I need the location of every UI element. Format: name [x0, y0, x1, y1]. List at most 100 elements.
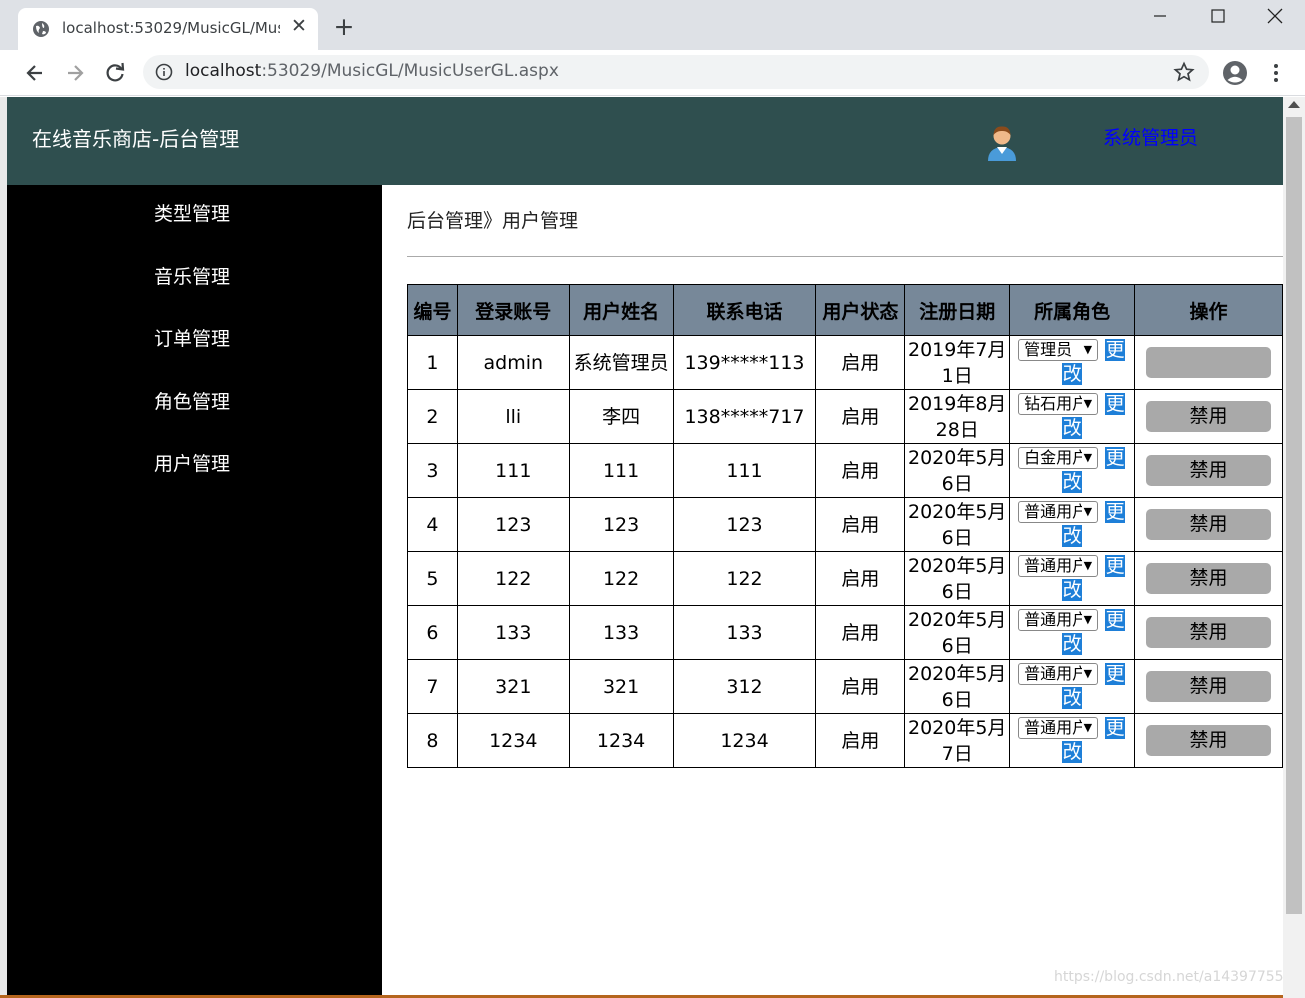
profile-icon[interactable]	[1222, 60, 1248, 86]
col-header-action: 操作	[1134, 284, 1283, 336]
change-role-button[interactable]: 更	[1105, 501, 1126, 523]
change-role-button-line2[interactable]: 改	[1062, 741, 1083, 763]
change-role-button[interactable]: 更	[1105, 663, 1126, 685]
sidebar-item-users[interactable]: 用户管理	[154, 449, 230, 476]
change-role-button[interactable]: 更	[1105, 609, 1126, 631]
cell-name: 133	[568, 605, 674, 660]
reload-icon[interactable]	[102, 60, 128, 86]
date-line-1: 2020年5月	[907, 446, 1007, 469]
new-tab-icon[interactable]: +	[332, 14, 356, 40]
disable-button[interactable]: 禁用	[1146, 671, 1272, 702]
page-viewport: 在线音乐商店-后台管理 系统管理员 类型管理 音乐管理 订单管理 角色管理 用户…	[7, 97, 1283, 995]
change-role-button[interactable]: 更	[1105, 393, 1126, 415]
scrollbar[interactable]	[1283, 97, 1305, 998]
date-line-2: 6日	[941, 526, 973, 549]
role-select[interactable]: 钻石用户 ▼	[1018, 393, 1099, 415]
breadcrumb: 后台管理》用户管理	[407, 210, 579, 232]
table-row: 1 admin 系统管理员 139*****113 启用 2019年7月 1日 管理员 ▼ 更改	[407, 335, 1283, 390]
change-role-button[interactable]: 更	[1105, 339, 1126, 361]
disable-button[interactable]: 禁用	[1146, 455, 1272, 486]
url-text[interactable]: localhost:53029/MusicGL/MusicUserGL.aspx	[185, 61, 559, 81]
cell-phone: 111	[672, 443, 817, 498]
table-row: 7 321 321 312 启用 2020年5月 6日 普通用户 ▼ 更改禁用	[407, 659, 1283, 714]
cell-status: 启用	[815, 443, 906, 498]
dropdown-arrow-icon: ▼	[1083, 721, 1093, 734]
change-role-button[interactable]: 更	[1105, 555, 1126, 577]
role-select-value: 白金用户	[1024, 448, 1083, 467]
role-select[interactable]: 普通用户 ▼	[1018, 717, 1099, 739]
user-name-link[interactable]: 系统管理员	[1103, 123, 1198, 150]
role-select-value: 钻石用户	[1024, 394, 1083, 413]
more-menu-icon[interactable]	[1264, 60, 1288, 86]
cell-account: 123	[456, 497, 570, 552]
cell-role: 管理员 ▼ 更改	[1009, 335, 1136, 390]
role-select[interactable]: 白金用户 ▼	[1018, 447, 1099, 469]
forward-arrow-icon[interactable]	[62, 60, 88, 86]
role-select-value: 管理员	[1024, 340, 1073, 359]
col-header-phone: 联系电话	[672, 284, 817, 336]
address-bar[interactable]: localhost:53029/MusicGL/MusicUserGL.aspx	[143, 55, 1209, 89]
cell-phone: 122	[672, 551, 817, 606]
globe-icon	[33, 21, 49, 37]
browser-tab[interactable]: localhost:53029/MusicGL/Mus ✕	[18, 8, 318, 50]
sidebar-item-orders[interactable]: 订单管理	[154, 324, 230, 351]
role-select[interactable]: 普通用户 ▼	[1018, 501, 1099, 523]
date-line-2: 6日	[941, 688, 973, 711]
sidebar-item-types[interactable]: 类型管理	[154, 199, 230, 226]
cell-date: 2020年5月 6日	[904, 605, 1011, 660]
disable-button[interactable]: 禁用	[1146, 509, 1272, 540]
date-line-2: 6日	[941, 472, 973, 495]
dropdown-arrow-icon: ▼	[1083, 613, 1093, 626]
cell-account: 321	[456, 659, 570, 714]
role-select[interactable]: 普通用户 ▼	[1018, 555, 1099, 577]
window-close-icon[interactable]	[1257, 2, 1293, 30]
role-select[interactable]: 管理员 ▼	[1018, 339, 1099, 361]
change-role-button-line2[interactable]: 改	[1062, 633, 1083, 655]
bookmark-star-icon[interactable]	[1173, 61, 1195, 83]
sidebar-item-roles[interactable]: 角色管理	[154, 387, 230, 414]
info-icon[interactable]	[155, 63, 173, 81]
back-arrow-icon[interactable]	[22, 60, 48, 86]
cell-action: 禁用	[1134, 605, 1283, 660]
scrollbar-thumb[interactable]	[1286, 117, 1302, 914]
scroll-up-arrow-icon[interactable]	[1288, 101, 1300, 108]
site-header: 在线音乐商店-后台管理 系统管理员	[7, 97, 1283, 185]
col-header-id: 编号	[407, 284, 458, 336]
change-role-button-line2[interactable]: 改	[1062, 687, 1083, 709]
date-line-1: 2019年7月	[907, 338, 1007, 361]
role-select[interactable]: 普通用户 ▼	[1018, 609, 1099, 631]
role-select-value: 普通用户	[1024, 556, 1083, 575]
minimize-icon[interactable]	[1142, 2, 1178, 30]
col-header-date: 注册日期	[904, 284, 1011, 336]
cell-id: 5	[407, 551, 458, 606]
role-select[interactable]: 普通用户 ▼	[1018, 663, 1099, 685]
col-header-status: 用户状态	[815, 284, 906, 336]
change-role-button-line2[interactable]: 改	[1062, 525, 1083, 547]
change-role-button-line2[interactable]: 改	[1062, 471, 1083, 493]
change-role-button-line2[interactable]: 改	[1062, 363, 1083, 385]
maximize-icon[interactable]	[1200, 2, 1236, 30]
disable-button[interactable]: 禁用	[1146, 401, 1272, 432]
close-tab-icon[interactable]: ✕	[288, 15, 310, 37]
disable-button[interactable]: 禁用	[1146, 617, 1272, 648]
cell-phone: 1234	[672, 713, 817, 768]
change-role-button[interactable]: 更	[1105, 447, 1126, 469]
cell-id: 6	[407, 605, 458, 660]
date-line-2: 1日	[941, 364, 973, 387]
cell-action: 禁用	[1134, 389, 1283, 444]
tab-title: localhost:53029/MusicGL/Mus	[62, 19, 280, 37]
role-select-value: 普通用户	[1024, 718, 1083, 737]
cell-status: 启用	[815, 659, 906, 714]
sidebar-item-music[interactable]: 音乐管理	[154, 262, 230, 289]
cell-phone: 139*****113	[672, 335, 817, 390]
change-role-button[interactable]: 更	[1105, 717, 1126, 739]
change-role-button-line2[interactable]: 改	[1062, 417, 1083, 439]
disable-button[interactable]: 禁用	[1146, 725, 1272, 756]
disable-button[interactable]: 禁用	[1146, 563, 1272, 594]
cell-action: 禁用	[1134, 551, 1283, 606]
table-row: 6 133 133 133 启用 2020年5月 6日 普通用户 ▼ 更改禁用	[407, 605, 1283, 660]
cell-id: 2	[407, 389, 458, 444]
browser-tabstrip: localhost:53029/MusicGL/Mus ✕ +	[0, 0, 1305, 50]
change-role-button-line2[interactable]: 改	[1062, 579, 1083, 601]
action-button[interactable]	[1146, 347, 1272, 378]
